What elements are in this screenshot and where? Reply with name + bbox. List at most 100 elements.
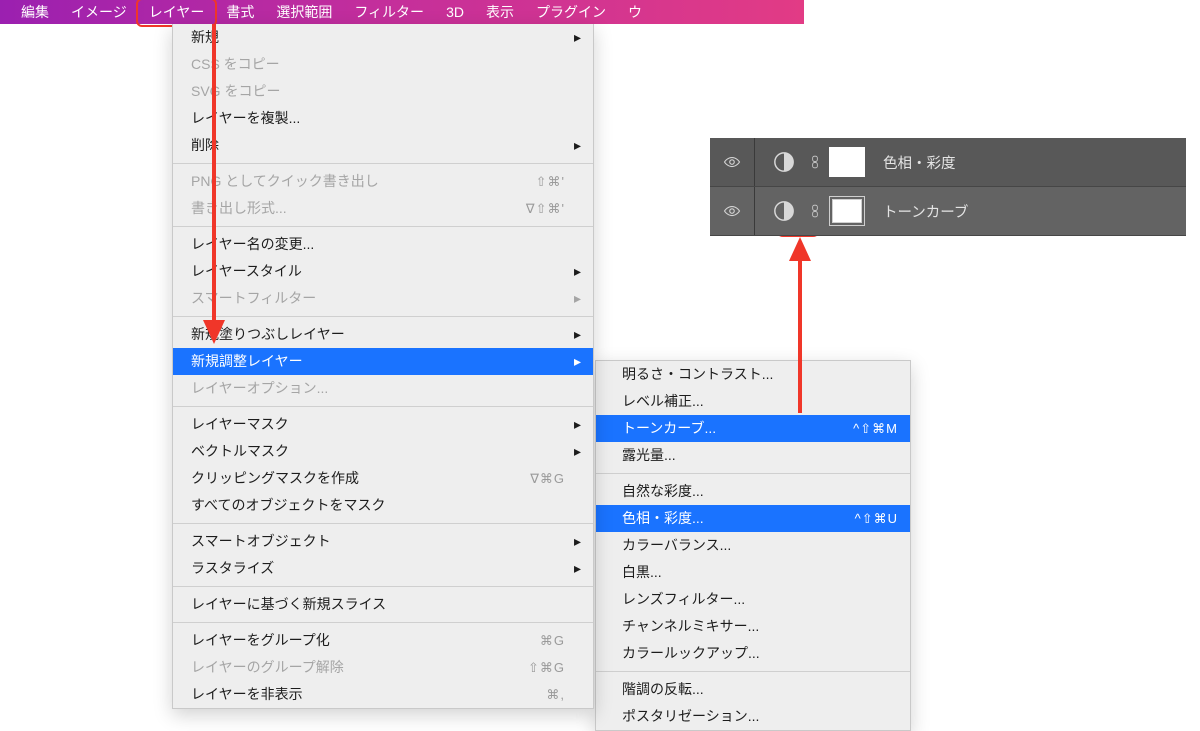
- separator: [596, 671, 910, 672]
- menu-item: SVG をコピー: [173, 78, 593, 105]
- adjustment-layer-icon[interactable]: [769, 196, 799, 226]
- menu-item[interactable]: レンズフィルター...: [596, 586, 910, 613]
- new-adjustment-layer-submenu: 明るさ・コントラスト... レベル補正... トーンカーブ...^⇧⌘M露光量...…: [595, 360, 911, 731]
- menu-item[interactable]: レベル補正...: [596, 388, 910, 415]
- menu-item-shortcut: ⇧⌘': [536, 168, 565, 195]
- arrow-menu-to-item: [207, 24, 227, 354]
- menu-item[interactable]: レイヤーに基づく新規スライス: [173, 591, 593, 618]
- layer-menu-dropdown: 新規▸CSS をコピー SVG をコピーレイヤーを複製...削除▸ PNG としてク…: [172, 24, 594, 709]
- layer-mask-thumbnail[interactable]: [829, 196, 865, 226]
- menu-item[interactable]: 露光量...: [596, 442, 910, 469]
- menu-item[interactable]: レイヤー名の変更...: [173, 231, 593, 258]
- menu-item[interactable]: 色相・彩度...^⇧⌘U: [596, 505, 910, 532]
- menu-item[interactable]: カラーバランス...: [596, 532, 910, 559]
- menu-item-label: スマートオブジェクト: [191, 533, 331, 549]
- separator: [173, 316, 593, 317]
- menu-item: レイヤーオプション...: [173, 375, 593, 402]
- menu-item[interactable]: 新規▸: [173, 24, 593, 51]
- menu-item: 書き出し形式...∇⇧⌘': [173, 195, 593, 222]
- menu-item[interactable]: クリッピングマスクを作成 ∇⌘G: [173, 465, 593, 492]
- menu-item[interactable]: ラスタライズ▸: [173, 555, 593, 582]
- menu-item-label: レベル補正...: [622, 393, 704, 409]
- layer-link-icon[interactable]: [805, 153, 825, 171]
- menubar-item-0[interactable]: 編集: [10, 0, 60, 24]
- separator: [173, 586, 593, 587]
- menu-item[interactable]: レイヤーマスク ▸: [173, 411, 593, 438]
- menu-item: スマートフィルター▸: [173, 285, 593, 312]
- menubar-item-4[interactable]: 選択範囲: [265, 0, 343, 24]
- menu-item-label: 色相・彩度...: [622, 510, 704, 526]
- layer-row[interactable]: 色相・彩度: [710, 138, 1186, 187]
- menu-item[interactable]: 削除▸: [173, 132, 593, 159]
- layer-link-icon[interactable]: [805, 202, 825, 220]
- menubar-item-7[interactable]: 表示: [475, 0, 525, 24]
- menu-item-shortcut: ∇⇧⌘': [526, 195, 565, 222]
- submenu-chevron-icon: ▸: [574, 285, 581, 312]
- menubar-item-5[interactable]: フィルター: [343, 0, 435, 24]
- menubar-item-8[interactable]: プラグイン: [525, 0, 617, 24]
- menubar-item-2[interactable]: レイヤー: [138, 0, 216, 24]
- menu-item[interactable]: ポスタリゼーション...: [596, 703, 910, 730]
- menu-item-label: 自然な彩度...: [622, 483, 704, 499]
- menu-item-shortcut: ⌘,: [546, 681, 565, 708]
- visibility-eye-icon[interactable]: [710, 138, 754, 186]
- layer-name: トーンカーブ: [883, 201, 968, 222]
- menu-item-label: SVG をコピー: [191, 83, 280, 99]
- submenu-chevron-icon: ▸: [574, 528, 581, 555]
- submenu-chevron-icon: ▸: [574, 411, 581, 438]
- menu-item[interactable]: 白黒...: [596, 559, 910, 586]
- menu-item[interactable]: 階調の反転...: [596, 676, 910, 703]
- menu-item-label: レイヤーをグループ化: [191, 632, 330, 648]
- divider: [754, 138, 755, 186]
- menu-item-label: 新規調整レイヤー: [191, 353, 303, 369]
- visibility-eye-icon[interactable]: [710, 187, 754, 235]
- menu-item-label: 白黒...: [622, 564, 662, 580]
- menu-item: PNG としてクイック書き出し⇧⌘': [173, 168, 593, 195]
- menu-item[interactable]: レイヤーを非表示 ⌘,: [173, 681, 593, 708]
- menu-item-label: ポスタリゼーション...: [622, 708, 759, 724]
- menu-item-label: 明るさ・コントラスト...: [622, 366, 773, 382]
- menu-item-label: レンズフィルター...: [622, 591, 745, 607]
- menu-item[interactable]: 新規塗りつぶしレイヤー▸: [173, 321, 593, 348]
- separator: [173, 226, 593, 227]
- menu-item[interactable]: ベクトルマスク▸: [173, 438, 593, 465]
- menubar-item-9[interactable]: ウ: [617, 0, 653, 24]
- submenu-chevron-icon: ▸: [574, 132, 581, 159]
- menubar-item-3[interactable]: 書式: [215, 0, 265, 24]
- adjustment-layer-icon[interactable]: [769, 147, 799, 177]
- menu-item-label: ベクトルマスク: [191, 443, 289, 459]
- menu-item-label: クリッピングマスクを作成: [191, 470, 359, 486]
- menu-item-label: レイヤーマスク: [191, 416, 289, 432]
- menu-item-label: レイヤーオプション...: [191, 380, 328, 396]
- separator: [173, 163, 593, 164]
- menu-item[interactable]: スマートオブジェクト ▸: [173, 528, 593, 555]
- menu-item[interactable]: トーンカーブ...^⇧⌘M: [596, 415, 910, 442]
- layer-mask-thumbnail[interactable]: [829, 147, 865, 177]
- menu-item[interactable]: 明るさ・コントラスト...: [596, 361, 910, 388]
- menubar-item-6[interactable]: 3D: [435, 2, 475, 22]
- separator: [173, 622, 593, 623]
- menu-item-label: レイヤーを非表示: [191, 686, 303, 702]
- menubar: 編集イメージレイヤー書式選択範囲フィルター3D表示プラグインウ: [0, 0, 804, 24]
- menu-item-label: 階調の反転...: [622, 681, 704, 697]
- menu-item-label: レイヤーに基づく新規スライス: [191, 596, 386, 612]
- separator: [173, 523, 593, 524]
- menu-item[interactable]: カラールックアップ...: [596, 640, 910, 667]
- menu-item[interactable]: レイヤースタイル▸: [173, 258, 593, 285]
- menu-item-shortcut: ⇧⌘G: [528, 654, 565, 681]
- menubar-item-1[interactable]: イメージ: [60, 0, 138, 24]
- submenu-chevron-icon: ▸: [574, 321, 581, 348]
- submenu-chevron-icon: ▸: [574, 258, 581, 285]
- menu-item[interactable]: チャンネルミキサー...: [596, 613, 910, 640]
- menu-item: CSS をコピー: [173, 51, 593, 78]
- menu-item[interactable]: レイヤーをグループ化⌘G: [173, 627, 593, 654]
- menu-item[interactable]: すべてのオブジェクトをマスク: [173, 492, 593, 519]
- layers-panel: 色相・彩度トーンカーブ: [710, 138, 1186, 236]
- menu-item[interactable]: 新規調整レイヤー▸: [173, 348, 593, 375]
- layer-row[interactable]: トーンカーブ: [710, 187, 1186, 236]
- layer-name: 色相・彩度: [883, 152, 956, 173]
- menu-item[interactable]: レイヤーを複製...: [173, 105, 593, 132]
- menu-item[interactable]: 自然な彩度...: [596, 478, 910, 505]
- divider: [754, 187, 755, 235]
- menu-item-shortcut: ∇⌘G: [530, 465, 565, 492]
